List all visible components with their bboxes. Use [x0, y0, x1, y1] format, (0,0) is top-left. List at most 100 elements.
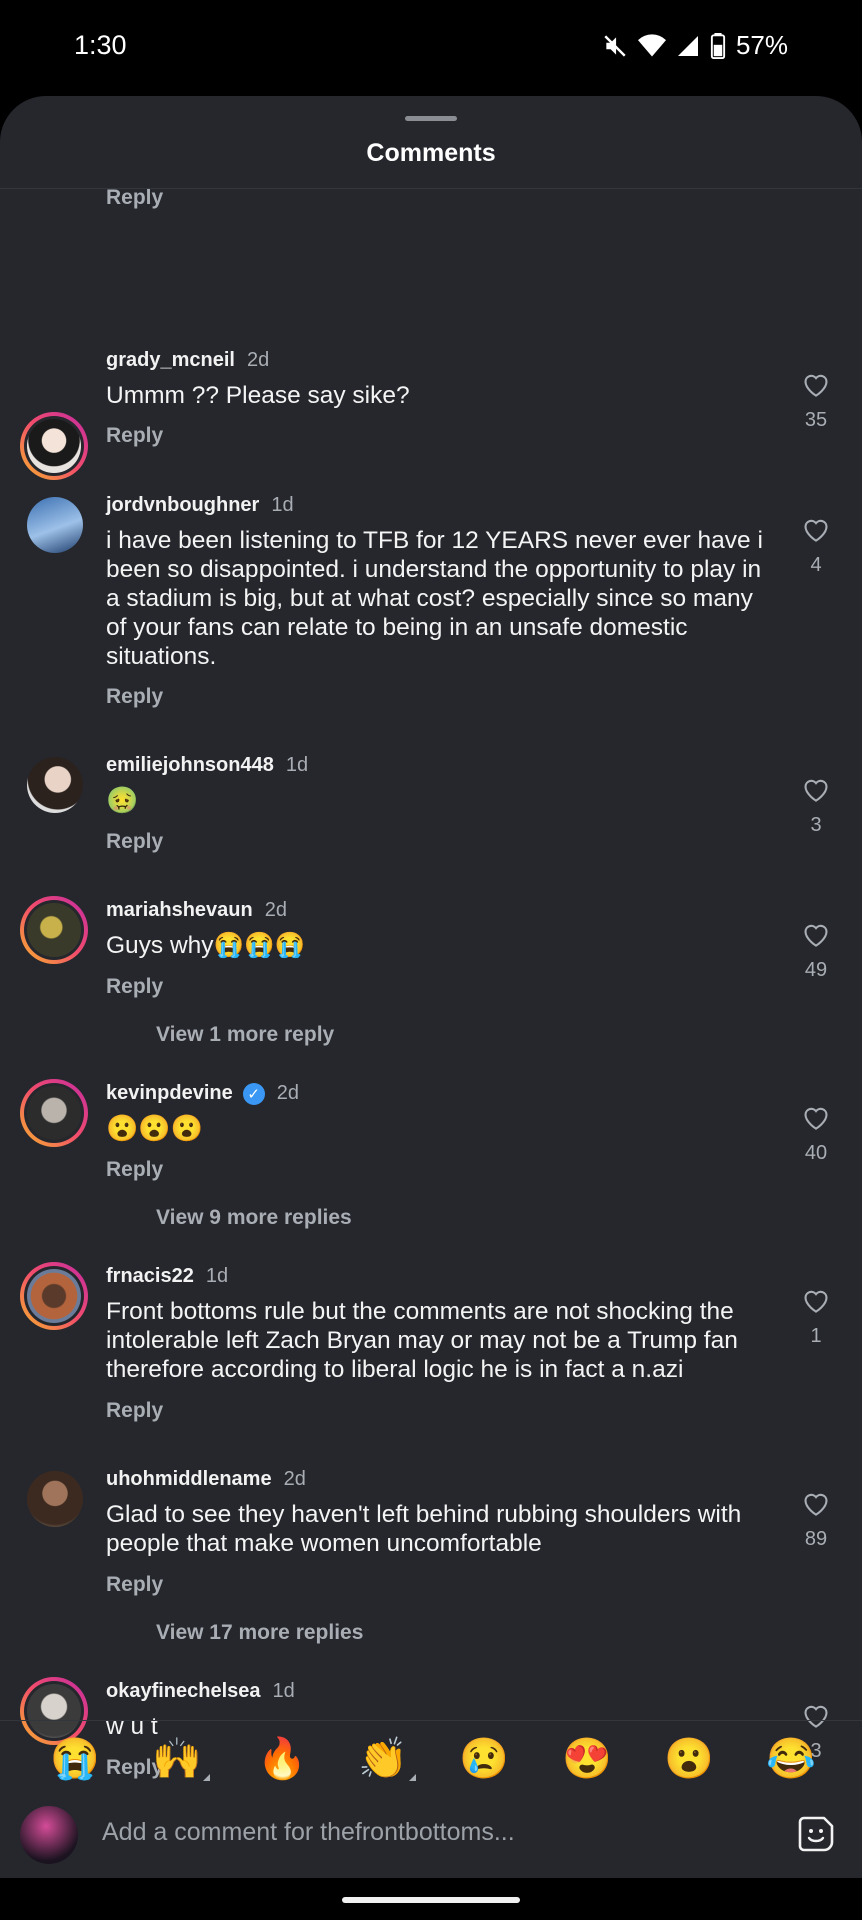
like-button[interactable]: 1 [795, 1287, 837, 1348]
emoji-button[interactable]: 😂 [766, 1735, 816, 1783]
reply-button[interactable]: Reply [106, 975, 163, 999]
emoji-button[interactable]: 😮 [664, 1735, 714, 1783]
username[interactable]: kevinpdevine [106, 1082, 233, 1105]
timestamp: 2d [276, 1082, 299, 1104]
battery-percent: 57% [735, 30, 788, 60]
like-count: 40 [804, 1142, 828, 1164]
username[interactable]: jordvnboughner [106, 494, 259, 517]
like-count: 89 [804, 1528, 828, 1550]
like-count: 49 [804, 959, 828, 981]
username[interactable]: emiliejohnson448 [106, 754, 274, 777]
reply-button[interactable]: Reply [106, 424, 163, 448]
reply-button[interactable]: Reply [106, 685, 163, 709]
timestamp: 1d [205, 1265, 229, 1287]
view-more-replies-button[interactable]: View 17 more replies [156, 1621, 363, 1645]
like-button[interactable]: 49 [795, 921, 837, 982]
avatar[interactable] [20, 412, 88, 480]
comment-text: Guys why😭😭😭 [106, 932, 306, 959]
heart-outline-icon [804, 519, 828, 542]
current-user-avatar [20, 1806, 78, 1864]
avatar[interactable] [20, 896, 88, 964]
comment-header: emiliejohnson448 1d [106, 754, 308, 777]
comment-text: Ummm ?? Please say sike? [106, 382, 410, 409]
emoji-glyph: 👏 [358, 1737, 408, 1781]
username[interactable]: frnacis22 [106, 1265, 194, 1288]
heart-outline-icon [804, 924, 828, 947]
comment-text: Front bottoms rule but the comments are … [106, 1298, 738, 1383]
sticker-icon[interactable] [796, 1814, 836, 1854]
status-time: 1:30 [74, 30, 127, 60]
comment-composer: Add a comment for thefrontbottoms... [0, 1800, 862, 1878]
avatar[interactable] [20, 1262, 88, 1330]
emoji-reaction-bar: 😭 🙌 🔥 👏 😢 😍 😮 😂 [0, 1720, 862, 1801]
comment-header: jordvnboughner 1d [106, 494, 294, 517]
mute-icon [604, 34, 626, 57]
comment-text: i have been listening to TFB for 12 YEAR… [106, 527, 763, 670]
timestamp: 1d [285, 754, 309, 776]
comment-header: okayfinechelsea 1d [106, 1680, 295, 1703]
signal-icon [677, 35, 698, 56]
comment-header: mariahshevaun 2d [106, 899, 287, 922]
comments-list[interactable]: Reply grady_mcneil 2d Ummm ?? Please say… [0, 189, 862, 1819]
view-more-replies-button[interactable]: View 9 more replies [156, 1206, 352, 1230]
reply-button[interactable]: Reply [106, 1158, 163, 1182]
heart-outline-icon [804, 1493, 828, 1516]
reply-button[interactable]: Reply [106, 1399, 163, 1423]
view-more-replies-button[interactable]: View 1 more reply [156, 1023, 334, 1047]
wifi-icon [637, 33, 666, 56]
avatar[interactable] [27, 497, 83, 553]
like-count: 3 [810, 814, 822, 836]
reply-button[interactable]: Reply [106, 1573, 163, 1597]
reply-button[interactable]: Reply [106, 189, 163, 210]
timestamp: 2d [283, 1468, 306, 1490]
username[interactable]: uhohmiddlename [106, 1468, 272, 1491]
heart-outline-icon [804, 374, 828, 397]
heart-outline-icon [804, 779, 828, 802]
status-bar: 1:30 57% [0, 0, 862, 96]
timestamp: 2d [264, 899, 287, 921]
like-button[interactable]: 4 [795, 516, 837, 577]
sheet-title: Comments [366, 139, 496, 167]
emoji-button[interactable]: 👏 [358, 1735, 416, 1783]
like-button[interactable]: 40 [795, 1104, 837, 1165]
sheet-grabber[interactable] [405, 116, 457, 121]
emoji-button[interactable]: 😢 [459, 1735, 509, 1783]
comment-header: uhohmiddlename 2d [106, 1468, 306, 1491]
comment-header: frnacis22 1d [106, 1265, 228, 1288]
timestamp: 1d [271, 494, 294, 516]
timestamp: 1d [272, 1680, 295, 1702]
username[interactable]: okayfinechelsea [106, 1680, 261, 1703]
username[interactable]: mariahshevaun [106, 899, 253, 922]
username[interactable]: grady_mcneil [106, 349, 235, 372]
like-button[interactable]: 35 [795, 371, 837, 432]
emoji-button[interactable]: 😍 [562, 1735, 612, 1783]
verified-badge-icon: ✓ [242, 1082, 265, 1105]
timestamp: 2d [246, 349, 270, 371]
comment-input[interactable]: Add a comment for thefrontbottoms... [102, 1818, 515, 1847]
heart-outline-icon [804, 1107, 828, 1130]
reply-button[interactable]: Reply [106, 830, 163, 854]
heart-outline-icon [804, 1290, 828, 1313]
skin-tone-indicator-icon [408, 1774, 416, 1781]
emoji-button[interactable]: 😭 [50, 1735, 100, 1783]
like-count: 35 [804, 409, 828, 431]
comments-sheet: Comments Reply grady_mcneil 2d Ummm ?? P… [0, 96, 862, 1920]
like-count: 4 [810, 554, 822, 576]
emoji-button[interactable]: 🙌 [152, 1735, 210, 1783]
comment-header: grady_mcneil 2d [106, 349, 269, 372]
home-indicator[interactable] [342, 1897, 520, 1903]
like-count: 1 [810, 1325, 822, 1347]
comment-text: 🤢 [106, 785, 139, 815]
avatar[interactable] [27, 1471, 83, 1527]
emoji-button[interactable]: 🔥 [257, 1735, 307, 1783]
comment-text: Glad to see they haven't left behind rub… [106, 1501, 742, 1557]
status-icons: 57% [602, 30, 788, 61]
comment-text: 😮😮😮 [106, 1113, 204, 1143]
battery-icon [710, 32, 726, 59]
avatar[interactable] [27, 757, 83, 813]
skin-tone-indicator-icon [202, 1774, 210, 1781]
emoji-glyph: 🙌 [152, 1737, 202, 1781]
like-button[interactable]: 89 [795, 1490, 837, 1551]
like-button[interactable]: 3 [795, 776, 837, 837]
avatar[interactable] [20, 1079, 88, 1147]
